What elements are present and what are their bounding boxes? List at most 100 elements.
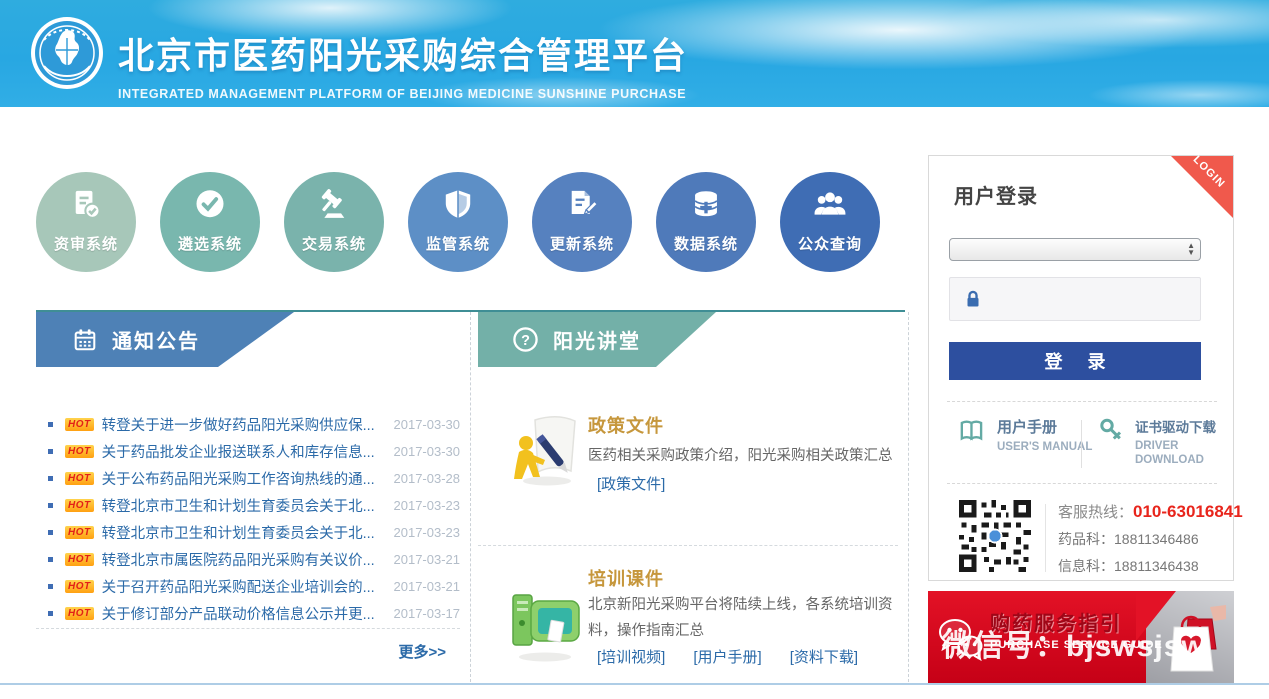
hotline-number: 010-63016841 [1133,502,1243,521]
notice-link[interactable]: 转登关于进一步做好药品阳光采购供应保... [102,414,386,435]
page: 北京市医药阳光采购综合管理平台 INTEGRATED MANAGEMENT PL… [0,0,1269,699]
system-shuju[interactable]: 数据系统 [656,172,756,272]
notice-item[interactable]: HOT 关于召开药品阳光采购配送企业培训会的... 2017-03-21 [36,573,460,600]
notice-date: 2017-03-23 [394,525,461,540]
shield-icon [408,187,508,228]
notice-date: 2017-03-17 [394,606,461,621]
driver-label: 证书驱动下载 [1135,416,1235,436]
notice-link[interactable]: 转登北京市卫生和计划生育委员会关于北... [102,522,386,543]
hot-badge: HOT [65,553,94,566]
lecture-title: 阳光讲堂 [553,325,641,354]
notice-link[interactable]: 转登北京市属医院药品阳光采购有关议价... [102,549,386,570]
system-label: 遴选系统 [160,233,260,254]
bullet-icon [48,584,53,589]
notice-more-row: 更多>> [36,628,460,662]
promo-banner[interactable]: 购药服务指引 PURCHASE SERVICE GUIDE 微信号：bjswsj… [928,591,1234,685]
policy-heading[interactable]: 政策文件 [588,412,664,438]
hotline: 客服热线：010-63016841 [1058,501,1243,522]
user-manual-entry[interactable]: 用户手册 USER'S MANUAL [957,416,1092,454]
notice-date: 2017-03-21 [394,552,461,567]
system-gengxin[interactable]: 更新系统 [532,172,632,272]
site-logo [30,16,104,90]
notice-list: HOT 转登关于进一步做好药品阳光采购供应保... 2017-03-30 HOT… [36,411,460,627]
hot-badge: HOT [65,580,94,593]
document-edit-icon [532,187,632,228]
system-jiaoyi[interactable]: 交易系统 [284,172,384,272]
notice-item[interactable]: HOT 转登关于进一步做好药品阳光采购供应保... 2017-03-30 [36,411,460,438]
notice-item[interactable]: HOT 转登北京市卫生和计划生育委员会关于北... 2017-03-23 [36,519,460,546]
site-subtitle: INTEGRATED MANAGEMENT PLATFORM OF BEIJIN… [118,87,688,101]
hot-badge: HOT [65,445,94,458]
password-box [949,277,1201,321]
system-label: 更新系统 [532,233,632,254]
policy-file-link[interactable]: [政策文件] [597,473,665,494]
book-icon [957,416,987,454]
policy-links: [政策文件] [597,473,665,494]
system-jianguan[interactable]: 监管系统 [408,172,508,272]
notice-link[interactable]: 关于药品批发企业报送联系人和库存信息... [102,441,386,462]
contact-text: 客服热线：010-63016841 药品科：18811346486 信息科：18… [1058,500,1243,576]
notice-date: 2017-03-30 [394,444,461,459]
user-manual-link[interactable]: [用户手册] [693,646,761,667]
hot-badge: HOT [65,526,94,539]
notice-banner: 通知公告 [36,312,294,367]
hot-badge: HOT [65,418,94,431]
hot-badge: HOT [65,499,94,512]
bullet-icon [48,503,53,508]
notice-link[interactable]: 关于召开药品阳光采购配送企业培训会的... [102,576,386,597]
dept2-label: 信息科： [1058,558,1114,574]
password-input[interactable] [1004,284,1203,314]
notice-link[interactable]: 关于修订部分产品联动价格信息公示并更... [102,603,386,624]
vertical-divider [1081,420,1082,468]
document-check-icon [36,187,136,228]
dept-phone: 信息科：18811346438 [1058,556,1243,576]
lecture-banner: ? 阳光讲堂 [478,312,716,367]
notice-item[interactable]: HOT 转登北京市卫生和计划生育委员会关于北... 2017-03-23 [36,492,460,519]
bullet-icon [48,530,53,535]
system-zishen[interactable]: 资审系统 [36,172,136,272]
system-gongzhong[interactable]: 公众查询 [780,172,880,272]
system-linxuan[interactable]: 遴选系统 [160,172,260,272]
login-button[interactable]: 登 录 [949,342,1201,380]
login-ribbon-label: LOGIN [1191,154,1228,191]
notice-link[interactable]: 转登北京市卫生和计划生育委员会关于北... [102,495,386,516]
login-panel: 用户登录 LOGIN ▲▼ 登 录 用户手册 USER'S [928,155,1234,581]
training-description: 北京新阳光采购平台将陆续上线，各系统培训资料，操作指南汇总 [588,592,900,644]
driver-download-entry[interactable]: 证书驱动下载 DRIVER DOWNLOAD [1097,416,1235,467]
dept1-label: 药品科： [1058,531,1114,547]
training-heading[interactable]: 培训课件 [588,565,664,591]
notice-item[interactable]: HOT 转登北京市属医院药品阳光采购有关议价... 2017-03-21 [36,546,460,573]
site-header: 北京市医药阳光采购综合管理平台 INTEGRATED MANAGEMENT PL… [0,0,1269,107]
manual-sublabel: USER'S MANUAL [997,440,1092,454]
notice-item[interactable]: HOT 关于药品批发企业报送联系人和库存信息... 2017-03-30 [36,438,460,465]
user-type-select[interactable]: ▲▼ [949,238,1201,261]
notice-date: 2017-03-23 [394,498,461,513]
download-links-row: 用户手册 USER'S MANUAL 证书驱动下载 DRIVER DOWNLOA… [929,416,1235,472]
material-download-link[interactable]: [资料下载] [790,646,858,667]
login-ribbon: LOGIN [1171,156,1233,218]
gavel-icon [284,187,384,228]
system-label: 交易系统 [284,233,384,254]
notice-date: 2017-03-28 [394,471,461,486]
notice-item[interactable]: HOT 关于修订部分产品联动价格信息公示并更... 2017-03-17 [36,600,460,627]
dashed-divider [947,483,1217,484]
calendar-icon [72,327,98,353]
dept1-number: 18811346486 [1114,531,1199,547]
key-icon [1097,416,1125,467]
notice-item[interactable]: HOT 关于公布药品阳光采购工作咨询热线的通... 2017-03-28 [36,465,460,492]
hot-badge: HOT [65,607,94,620]
dashed-divider [947,401,1217,402]
hotline-label: 客服热线： [1058,504,1133,521]
notice-date: 2017-03-21 [394,579,461,594]
bullet-icon [48,422,53,427]
more-link[interactable]: 更多>> [398,644,446,661]
policy-illustration [505,408,585,488]
qr-code [959,500,1031,572]
systems-nav: 资审系统 遴选系统 交易系统 监管 [36,172,880,272]
bullet-icon [48,611,53,616]
training-video-link[interactable]: [培训视频] [597,646,665,667]
system-label: 公众查询 [780,233,880,254]
notice-date: 2017-03-30 [394,417,461,432]
bullet-icon [48,557,53,562]
notice-link[interactable]: 关于公布药品阳光采购工作咨询热线的通... [102,468,386,489]
